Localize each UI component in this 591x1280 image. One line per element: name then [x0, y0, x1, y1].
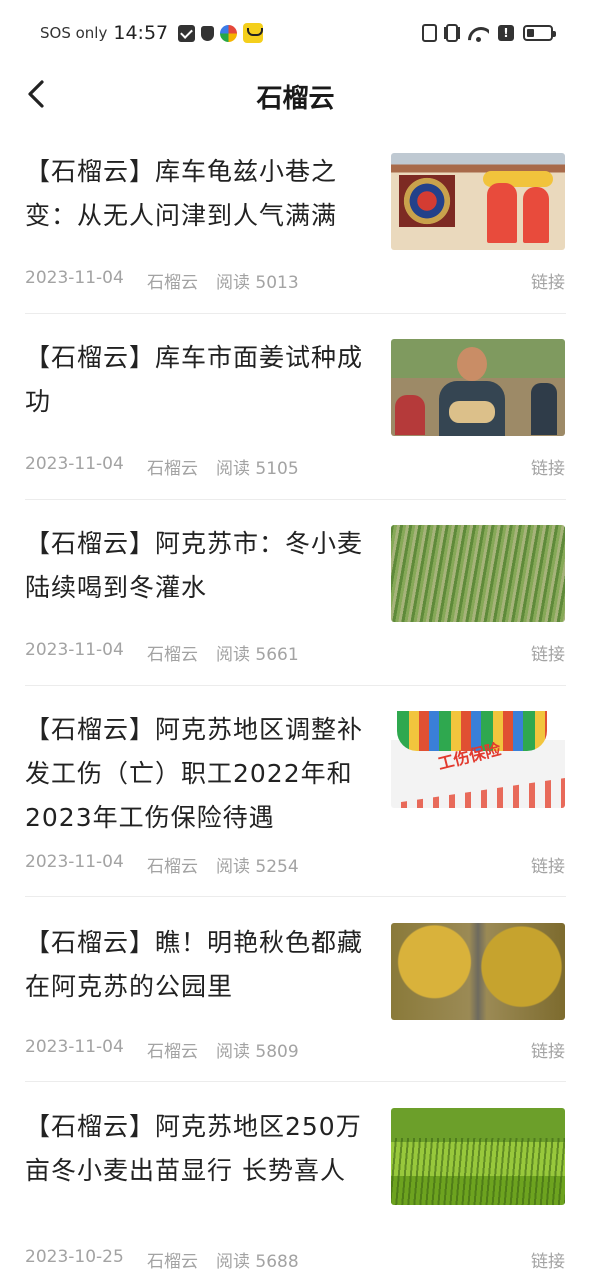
- list-item[interactable]: 【石榴云】库车龟兹小巷之变：从无人问津到人气满满 2023-11-04 石榴云 …: [0, 122, 591, 314]
- wifi-icon: [467, 24, 489, 42]
- article-source: 石榴云: [147, 645, 198, 665]
- article-source: 石榴云: [147, 1252, 198, 1272]
- article-source: 石榴云: [147, 273, 198, 293]
- divider: [25, 499, 566, 500]
- app-circle-icon: [220, 24, 238, 42]
- page-title: 石榴云: [256, 84, 335, 114]
- status-bar-left: SOS only 14:57: [40, 20, 264, 46]
- status-bar: SOS only 14:57 !: [0, 0, 591, 66]
- status-bar-right: !: [422, 20, 556, 46]
- article-link[interactable]: 链接: [531, 640, 565, 665]
- nfc-icon: [422, 24, 437, 42]
- article-thumbnail[interactable]: [391, 525, 565, 622]
- article-meta: 2023-11-04 石榴云 阅读 5809 链接: [25, 1037, 565, 1062]
- clock: 14:57: [113, 22, 169, 44]
- article-title[interactable]: 【石榴云】阿克苏地区250万亩冬小麦出苗显行 长势喜人: [25, 1105, 370, 1193]
- article-title[interactable]: 【石榴云】阿克苏地区调整补发工伤（亡）职工2022年和2023年工伤保险待遇: [25, 708, 370, 840]
- article-date: 2023-10-25: [25, 1247, 124, 1267]
- app-header: 石榴云: [0, 66, 591, 122]
- article-link[interactable]: 链接: [531, 1037, 565, 1062]
- article-title[interactable]: 【石榴云】库车市面姜试种成功: [25, 336, 370, 424]
- list-item[interactable]: 【石榴云】阿克苏地区调整补发工伤（亡）职工2022年和2023年工伤保险待遇 工…: [0, 680, 591, 897]
- article-thumbnail[interactable]: [391, 1108, 565, 1205]
- article-date: 2023-11-04: [25, 268, 124, 288]
- article-source: 石榴云: [147, 459, 198, 479]
- article-link[interactable]: 链接: [531, 268, 565, 293]
- article-source: 石榴云: [147, 857, 198, 877]
- article-date: 2023-11-04: [25, 1037, 124, 1057]
- article-source: 石榴云: [147, 1042, 198, 1062]
- list-item[interactable]: 【石榴云】阿克苏地区250万亩冬小麦出苗显行 长势喜人 2023-10-25 石…: [0, 1081, 591, 1272]
- article-thumbnail[interactable]: [391, 339, 565, 436]
- article-title[interactable]: 【石榴云】瞧！明艳秋色都藏在阿克苏的公园里: [25, 921, 370, 1009]
- article-reads: 阅读 5688: [216, 1252, 299, 1272]
- article-thumbnail[interactable]: [391, 923, 565, 1020]
- article-title[interactable]: 【石榴云】库车龟兹小巷之变：从无人问津到人气满满: [25, 150, 370, 238]
- article-meta: 2023-11-04 石榴云 阅读 5013 链接: [25, 268, 565, 293]
- article-thumbnail[interactable]: [391, 153, 565, 250]
- divider: [25, 896, 566, 897]
- article-title[interactable]: 【石榴云】阿克苏市：冬小麦陆续喝到冬灌水: [25, 522, 370, 610]
- article-date: 2023-11-04: [25, 640, 124, 660]
- article-date: 2023-11-04: [25, 454, 124, 474]
- article-reads: 阅读 5809: [216, 1042, 299, 1062]
- article-date: 2023-11-04: [25, 852, 124, 872]
- battery-icon: [523, 25, 556, 41]
- carrier-text: SOS only: [40, 24, 108, 42]
- article-thumbnail[interactable]: 工伤保险: [391, 711, 565, 808]
- mail-icon: [178, 24, 196, 42]
- article-reads: 阅读 5013: [216, 273, 299, 293]
- article-meta: 2023-10-25 石榴云 阅读 5688 链接: [25, 1247, 565, 1272]
- article-meta: 2023-11-04 石榴云 阅读 5254 链接: [25, 852, 565, 877]
- article-link[interactable]: 链接: [531, 852, 565, 877]
- article-meta: 2023-11-04 石榴云 阅读 5661 链接: [25, 640, 565, 665]
- alert-icon: !: [498, 25, 514, 41]
- shield-icon: [201, 25, 215, 41]
- article-reads: 阅读 5254: [216, 857, 299, 877]
- article-reads: 阅读 5105: [216, 459, 299, 479]
- article-meta: 2023-11-04 石榴云 阅读 5105 链接: [25, 454, 565, 479]
- vibrate-icon: [446, 24, 458, 42]
- app-yellow-icon: [243, 23, 264, 43]
- list-item[interactable]: 【石榴云】库车市面姜试种成功 2023-11-04 石榴云 阅读 5105 链接: [0, 308, 591, 500]
- article-link[interactable]: 链接: [531, 1247, 565, 1272]
- article-reads: 阅读 5661: [216, 645, 299, 665]
- article-link[interactable]: 链接: [531, 454, 565, 479]
